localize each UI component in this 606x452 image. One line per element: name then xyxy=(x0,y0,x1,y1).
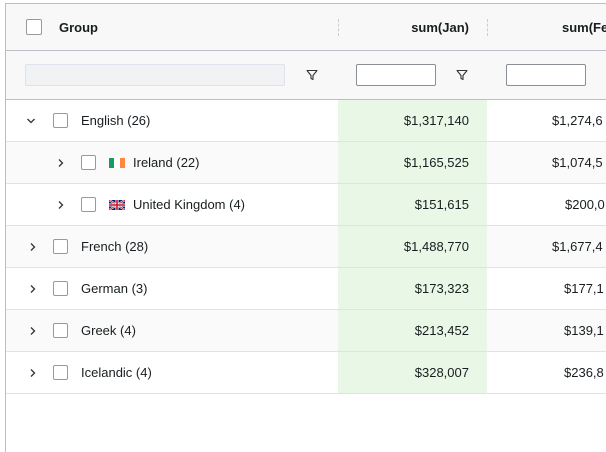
feb-value: $177,1 xyxy=(564,281,604,296)
header-feb[interactable]: sum(Fe xyxy=(562,4,606,50)
jan-value-cell[interactable]: $173,323 xyxy=(338,268,469,309)
filter-icon xyxy=(306,69,318,81)
feb-value: $1,074,5 xyxy=(552,155,603,170)
expand-toggle[interactable] xyxy=(28,268,38,309)
uk-flag-icon xyxy=(109,199,125,210)
jan-value-cell[interactable]: $1,488,770 xyxy=(338,226,469,267)
feb-value: $236,8 xyxy=(564,365,604,380)
row-checkbox[interactable] xyxy=(53,365,68,380)
group-label-text: Ireland (22) xyxy=(133,155,200,170)
row-checkbox[interactable] xyxy=(53,113,68,128)
group-row-greek[interactable]: Greek (4) $213,452 $139,1 xyxy=(6,310,606,352)
filter-icon xyxy=(456,69,468,81)
group-label: German (3) xyxy=(81,268,147,309)
header-group-label: Group xyxy=(59,19,98,35)
group-label-text: French (28) xyxy=(81,239,149,254)
chevron-down-icon xyxy=(27,118,35,123)
select-all-checkbox-cell[interactable] xyxy=(26,4,42,50)
jan-value-cell[interactable]: $1,317,140 xyxy=(338,100,469,141)
feb-value-cell[interactable]: $1,677,4 xyxy=(552,226,603,267)
feb-value: $139,1 xyxy=(564,323,604,338)
jan-value: $213,452 xyxy=(414,323,469,338)
row-checkbox[interactable] xyxy=(81,155,96,170)
chevron-right-icon xyxy=(30,242,36,251)
group-row-united-kingdom[interactable]: United Kingdom (4) $151,615 $200,0 xyxy=(6,184,606,226)
chevron-right-icon xyxy=(58,200,64,209)
row-checkbox-cell[interactable] xyxy=(81,184,96,225)
header-feb-label: sum(Fe xyxy=(562,19,606,35)
jan-value-cell[interactable]: $213,452 xyxy=(338,310,469,351)
group-label-text: Icelandic (4) xyxy=(81,365,152,380)
header-jan[interactable]: sum(Jan) xyxy=(338,4,469,50)
group-row-german[interactable]: German (3) $173,323 $177,1 xyxy=(6,268,606,310)
expand-toggle[interactable] xyxy=(28,226,38,267)
group-row-icelandic[interactable]: Icelandic (4) $328,007 $236,8 xyxy=(6,352,606,394)
header-group[interactable]: Group xyxy=(59,4,98,50)
group-label-text: United Kingdom (4) xyxy=(133,197,245,212)
feb-value-cell[interactable]: $139,1 xyxy=(564,310,604,351)
row-checkbox[interactable] xyxy=(53,281,68,296)
row-checkbox-cell[interactable] xyxy=(53,268,68,309)
group-label: French (28) xyxy=(81,226,148,267)
feb-filter-input[interactable] xyxy=(506,64,586,86)
row-checkbox-cell[interactable] xyxy=(53,310,68,351)
column-resize-handle-jan[interactable] xyxy=(487,19,488,36)
group-label: Greek (4) xyxy=(81,310,136,351)
row-checkbox-cell[interactable] xyxy=(81,142,96,183)
group-label: English (26) xyxy=(81,100,150,141)
feb-value-cell[interactable]: $177,1 xyxy=(564,268,604,309)
group-row-ireland[interactable]: Ireland (22) $1,165,525 $1,074,5 xyxy=(6,142,606,184)
expand-toggle[interactable] xyxy=(26,100,36,141)
jan-filter-button[interactable] xyxy=(456,51,468,99)
jan-value: $1,488,770 xyxy=(403,239,469,254)
row-checkbox-cell[interactable] xyxy=(53,352,68,393)
jan-value: $1,317,140 xyxy=(403,113,469,128)
expand-toggle[interactable] xyxy=(56,184,66,225)
group-label: United Kingdom (4) xyxy=(109,184,245,225)
group-label-text: English (26) xyxy=(81,113,151,128)
feb-value-cell[interactable]: $1,074,5 xyxy=(552,142,603,183)
expand-toggle[interactable] xyxy=(28,352,38,393)
chevron-right-icon xyxy=(30,326,36,335)
row-checkbox-cell[interactable] xyxy=(53,100,68,141)
feb-value-cell[interactable]: $1,274,6 xyxy=(552,100,603,141)
row-checkbox[interactable] xyxy=(53,323,68,338)
row-checkbox[interactable] xyxy=(81,197,96,212)
floating-filter-row xyxy=(6,51,606,100)
jan-value-cell[interactable]: $1,165,525 xyxy=(338,142,469,183)
jan-value: $1,165,525 xyxy=(403,155,469,170)
jan-value: $151,615 xyxy=(414,197,469,212)
feb-value: $200,0 xyxy=(565,197,605,212)
chevron-right-icon xyxy=(58,158,64,167)
group-label-text: German (3) xyxy=(81,281,148,296)
group-row-french[interactable]: French (28) $1,488,770 $1,677,4 xyxy=(6,226,606,268)
jan-value-cell[interactable]: $151,615 xyxy=(338,184,469,225)
row-checkbox-cell[interactable] xyxy=(53,226,68,267)
feb-value: $1,274,6 xyxy=(552,113,603,128)
chevron-right-icon xyxy=(30,368,36,377)
ireland-flag-icon xyxy=(109,157,125,168)
data-grid: Group sum(Jan) sum(Fe English (26) $1,31… xyxy=(5,3,606,452)
feb-value-cell[interactable]: $236,8 xyxy=(564,352,604,393)
jan-filter-input[interactable] xyxy=(356,64,436,86)
jan-value-cell[interactable]: $328,007 xyxy=(338,352,469,393)
header-row: Group sum(Jan) sum(Fe xyxy=(6,4,606,51)
group-row-english[interactable]: English (26) $1,317,140 $1,274,6 xyxy=(6,100,606,142)
jan-value: $173,323 xyxy=(414,281,469,296)
expand-toggle[interactable] xyxy=(56,142,66,183)
group-label-text: Greek (4) xyxy=(81,323,136,338)
header-jan-label: sum(Jan) xyxy=(411,19,469,35)
jan-value: $328,007 xyxy=(414,365,469,380)
group-label: Icelandic (4) xyxy=(81,352,152,393)
group-filter-input xyxy=(25,64,285,86)
group-label: Ireland (22) xyxy=(109,142,199,183)
expand-toggle[interactable] xyxy=(28,310,38,351)
chevron-right-icon xyxy=(30,284,36,293)
group-filter-button[interactable] xyxy=(306,51,318,99)
select-all-checkbox[interactable] xyxy=(26,19,42,35)
feb-value-cell[interactable]: $200,0 xyxy=(565,184,605,225)
feb-value: $1,677,4 xyxy=(552,239,603,254)
row-checkbox[interactable] xyxy=(53,239,68,254)
